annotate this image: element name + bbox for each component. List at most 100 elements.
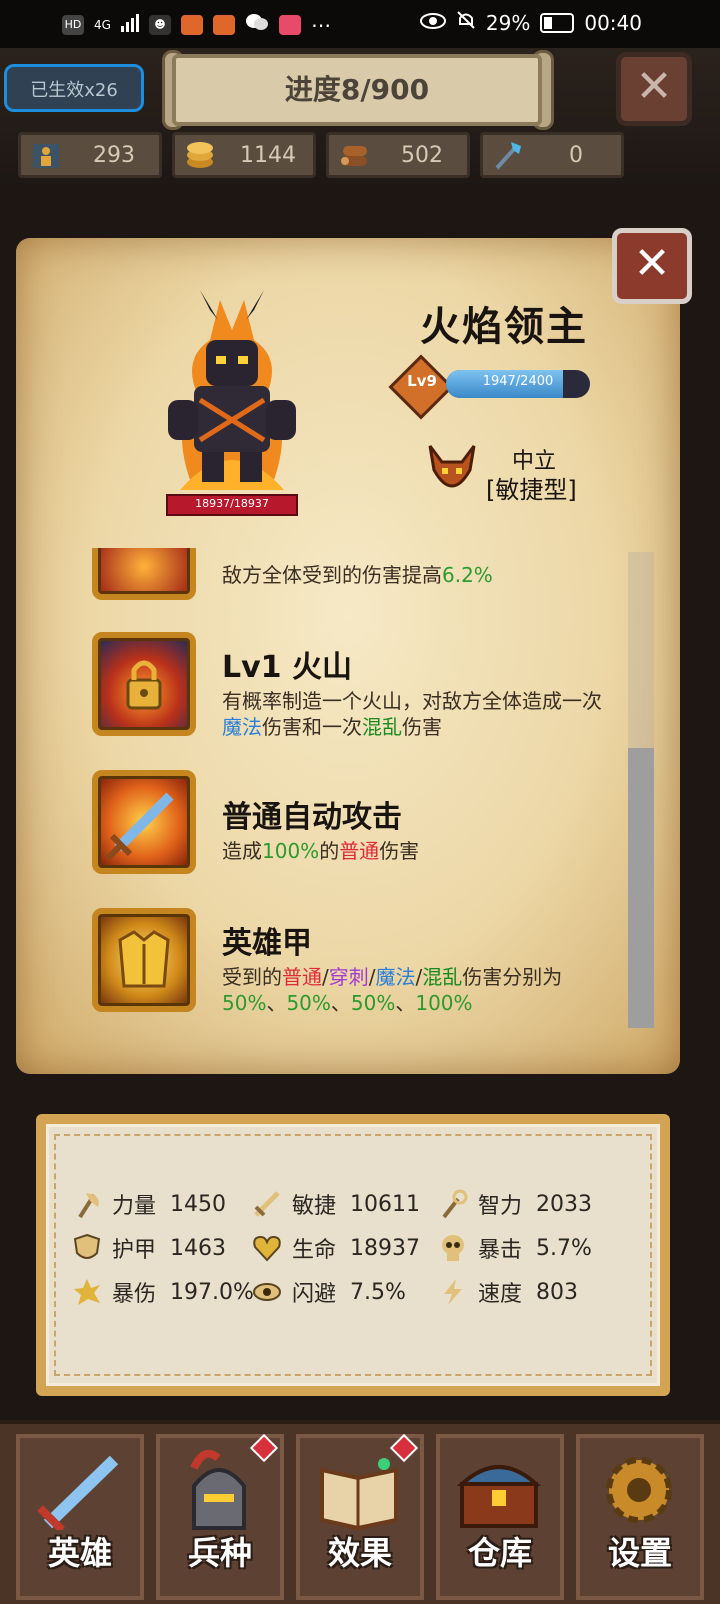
- gold-value: 1144: [240, 142, 296, 168]
- sword-icon: [252, 1189, 282, 1219]
- xp-text: 1947/2400: [482, 374, 554, 389]
- stat-label: 暴击: [478, 1238, 523, 1263]
- desc-keyword: 混乱: [362, 715, 402, 739]
- desc-text: 、: [266, 991, 287, 1015]
- stat-crit-damage: 暴伤 197.0%: [72, 1276, 254, 1308]
- skill-scrollbar-thumb[interactable]: [628, 748, 654, 1028]
- stat-critical: 暴击 5.7%: [438, 1232, 592, 1264]
- app-icon-2: [212, 14, 235, 35]
- stat-speed: 速度 803: [438, 1276, 578, 1308]
- stat-label: 敏捷: [292, 1194, 337, 1219]
- eye-icon: [252, 1277, 282, 1307]
- lock-icon: [126, 660, 162, 710]
- stat-agility: 敏捷 10611: [252, 1188, 420, 1220]
- desc-value: 50%: [222, 991, 267, 1015]
- progress-banner: 进度8/900: [172, 54, 542, 126]
- sword-icon: [34, 1450, 124, 1533]
- stat-value: 5.7%: [536, 1235, 592, 1261]
- spellbook-icon: [314, 1450, 404, 1531]
- desc-text: 、: [330, 991, 351, 1015]
- eye-icon: [419, 11, 446, 35]
- desc-text: 伤害分别为: [462, 965, 563, 989]
- close-top-button[interactable]: ✕: [616, 52, 692, 126]
- status-left: HD 4G ☻ ⋯: [62, 12, 331, 37]
- level-text: Lv9: [407, 372, 437, 390]
- nav-label: 英雄: [47, 1534, 112, 1572]
- resource-gold: 1144: [172, 132, 316, 178]
- hero-name: 火焰领主: [420, 304, 588, 350]
- staff-icon: [438, 1189, 468, 1219]
- desc-keyword: 穿刺: [328, 965, 369, 989]
- desc-text: /: [368, 965, 376, 989]
- stat-armor: 护甲 1463: [72, 1232, 226, 1264]
- desc-keyword: 普通: [339, 839, 380, 863]
- stat-value: 2033: [536, 1191, 593, 1217]
- app-icon-1: [180, 14, 203, 35]
- desc-text: /: [322, 965, 329, 989]
- mute-icon: [456, 10, 476, 35]
- desc-text: 造成: [222, 839, 262, 863]
- population-icon: [31, 140, 61, 170]
- resource-crystal: 0: [480, 132, 624, 178]
- desc-keyword: 魔法: [222, 715, 262, 739]
- desc-value: 6.2%: [442, 563, 493, 587]
- stat-intelligence: 智力 2033: [438, 1188, 592, 1220]
- desc-text: 伤害和一次: [262, 715, 362, 739]
- skill-desc: 有概率制造一个火山，对敌方全体造成一次魔法伤害和一次混乱伤害: [222, 688, 618, 740]
- battery-icon: [540, 12, 575, 33]
- clock: 00:40: [584, 10, 642, 35]
- lightning-icon: [438, 1277, 468, 1307]
- resource-wood: 502: [326, 132, 470, 178]
- skill-title: 普通自动攻击: [222, 800, 402, 835]
- network-label: 4G: [94, 17, 111, 32]
- gold-coins-icon: [185, 140, 215, 170]
- desc-keyword: 普通: [282, 965, 322, 989]
- stat-label: 速度: [478, 1282, 523, 1307]
- buff-badge[interactable]: 已生效x26: [4, 64, 144, 112]
- status-right: 29% 00:40: [419, 10, 642, 35]
- sword-icon: [92, 770, 196, 874]
- app-icon-3: [278, 14, 301, 35]
- close-panel-button[interactable]: ✕: [612, 228, 692, 304]
- stat-value: 1463: [170, 1235, 227, 1261]
- stat-strength: 力量 1450: [72, 1188, 226, 1220]
- stat-value: 197.0%: [170, 1279, 254, 1305]
- resource-population: 293: [18, 132, 162, 178]
- nav-label: 仓库: [467, 1534, 532, 1572]
- nav-label: 效果: [327, 1534, 392, 1572]
- stat-label: 智力: [478, 1194, 523, 1219]
- nav-label: 设置: [607, 1534, 672, 1572]
- desc-text: 敌方全体受到的伤害提高: [222, 563, 442, 587]
- hero-hp-text: 18937/18937: [195, 497, 269, 510]
- more-notifications-icon: ⋯: [310, 12, 331, 37]
- stat-value: 7.5%: [350, 1279, 406, 1305]
- wood-value: 502: [401, 142, 443, 168]
- desc-keyword: 混乱: [422, 965, 463, 989]
- stat-value: 18937: [350, 1235, 421, 1261]
- stat-value: 10611: [350, 1191, 421, 1217]
- population-value: 293: [93, 142, 135, 168]
- desc-value: 50%: [286, 991, 331, 1015]
- crystal-staff-icon: [493, 140, 523, 170]
- skull-icon: [438, 1233, 468, 1263]
- knight-helmet-icon: [174, 1449, 264, 1530]
- desc-text: 、: [395, 991, 416, 1015]
- stat-label: 力量: [112, 1194, 157, 1219]
- desc-value: 100%: [262, 839, 320, 863]
- battery-percent: 29%: [485, 10, 531, 35]
- stat-label: 护甲: [112, 1238, 157, 1263]
- stat-label: 生命: [292, 1238, 337, 1263]
- desc-value: 50%: [350, 991, 396, 1015]
- desc-value: 100%: [415, 991, 473, 1015]
- skill-desc: 敌方全体受到的伤害提高6.2%: [222, 562, 618, 588]
- stat-dodge: 闪避 7.5%: [252, 1276, 406, 1308]
- skill-list[interactable]: 敌方全体受到的伤害提高6.2% Lv1 火山 有概率制造一个火山，对敌方全体造成…: [92, 548, 624, 1028]
- stat-value: 1450: [170, 1191, 227, 1217]
- wechat-icon: [245, 12, 269, 37]
- axe-icon: [72, 1189, 102, 1219]
- skill-desc: 受到的普通/穿刺/魔法/混乱伤害分别为50%、50%、50%、100%: [222, 964, 618, 1016]
- wood-logs-icon: [339, 140, 369, 170]
- stat-label: 闪避: [292, 1282, 337, 1307]
- stat-label: 暴伤: [112, 1282, 157, 1307]
- desc-text: 的: [319, 839, 340, 863]
